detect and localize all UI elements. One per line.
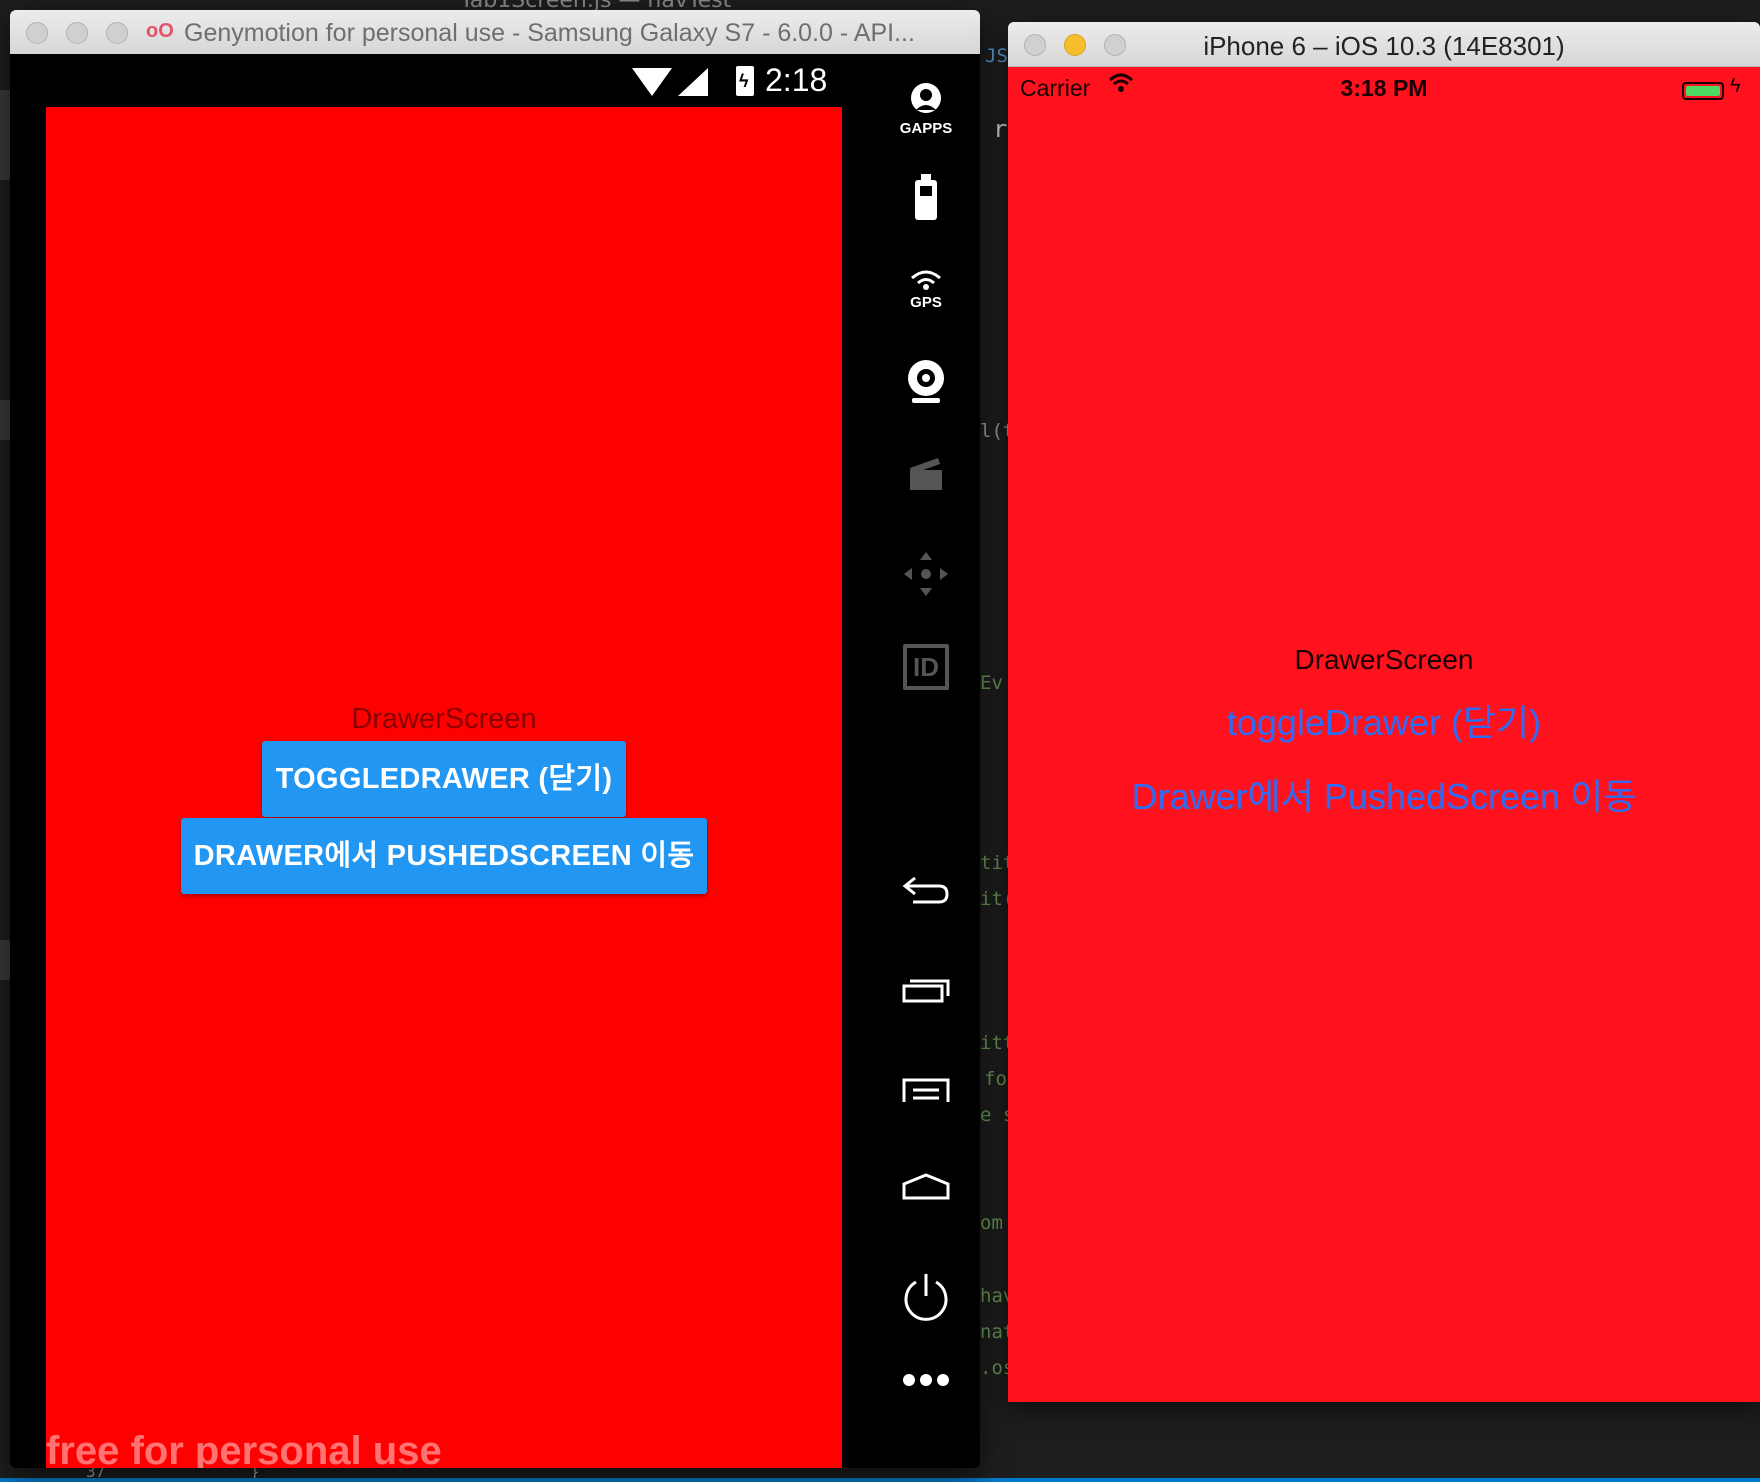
ios-status-bar: Carrier 3:18 PM ϟ	[1008, 66, 1760, 112]
status-time: 2:18	[765, 62, 828, 98]
editor-code-fragment: Ev	[980, 672, 1003, 694]
push-screen-button[interactable]: Drawer에서 PushedScreen 이동	[1008, 768, 1760, 820]
screen-label: DrawerScreen	[1294, 644, 1474, 675]
gapps-button[interactable]: GAPPS	[872, 82, 980, 137]
gps-caption: GPS	[910, 294, 942, 311]
editor-code-fragment: JS	[985, 45, 1008, 67]
status-time: 3:18 PM	[1340, 75, 1428, 101]
zoom-window-button[interactable]	[106, 22, 128, 44]
more-options-button[interactable]	[872, 1372, 980, 1393]
editor-status-bar	[0, 1478, 1760, 1482]
home-icon	[902, 1173, 950, 1200]
back-button[interactable]	[872, 874, 980, 911]
gps-icon	[911, 270, 941, 290]
editor-code-fragment: om	[980, 1212, 1003, 1234]
toggle-drawer-button[interactable]: TOGGLEDRAWER (닫기)	[262, 741, 626, 817]
editor-gutter-mark	[0, 90, 10, 180]
clapper-icon	[910, 458, 942, 490]
device-id-button[interactable]: ID	[872, 644, 980, 690]
toggle-drawer-button[interactable]: toggleDrawer (닫기)	[1008, 694, 1760, 746]
power-button[interactable]	[872, 1272, 980, 1327]
close-window-button[interactable]	[26, 22, 48, 44]
battery-charging-icon: ϟ	[736, 66, 754, 96]
dpad-button[interactable]	[872, 550, 980, 603]
webcam-icon	[908, 360, 944, 403]
window-title: iPhone 6 – iOS 10.3 (14E8301)	[1203, 31, 1565, 61]
battery-icon	[1682, 82, 1724, 100]
window-title: Genymotion for personal use - Samsung Ga…	[184, 19, 915, 47]
desktop: Tab1Screen.js — navTest JS r l(t Ev tit …	[0, 0, 1760, 1482]
editor-gutter-mark	[0, 940, 10, 980]
power-icon	[904, 1274, 948, 1321]
watermark: free for personal use	[46, 1429, 442, 1468]
genymotion-window: oO Genymotion for personal use - Samsung…	[10, 10, 980, 1468]
id-icon: ID	[903, 644, 949, 690]
editor-gutter-mark	[0, 400, 10, 440]
dpad-icon	[904, 552, 948, 596]
recent-apps-icon	[902, 979, 950, 1003]
wifi-icon	[632, 68, 672, 96]
editor-code-fragment: r	[993, 115, 1008, 143]
gapps-caption: GAPPS	[899, 120, 953, 137]
android-status-bar: ϟ 2:18	[10, 54, 872, 108]
minimize-window-button[interactable]	[66, 22, 88, 44]
back-icon	[902, 876, 949, 904]
genymotion-logo-icon: oO	[146, 20, 174, 42]
recent-apps-button[interactable]	[872, 976, 980, 1009]
ios-simulator-titlebar[interactable]: iPhone 6 – iOS 10.3 (14E8301)	[1008, 22, 1760, 67]
push-screen-button[interactable]: DRAWER에서 PUSHEDSCREEN 이동	[181, 818, 707, 894]
genymotion-titlebar[interactable]: oO Genymotion for personal use - Samsung…	[10, 10, 980, 55]
genymotion-toolbar: GAPPS GPS ID	[872, 54, 980, 1468]
battery-icon	[915, 174, 937, 220]
gapps-icon	[911, 83, 941, 113]
menu-icon	[902, 1078, 950, 1102]
battery-button[interactable]	[872, 174, 980, 225]
editor-code-fragment: fo	[984, 1068, 1007, 1090]
more-icon	[903, 1374, 949, 1386]
menu-button[interactable]	[872, 1076, 980, 1109]
charging-bolt-icon: ϟ	[1730, 75, 1741, 97]
media-button[interactable]	[872, 454, 980, 499]
screen-label: DrawerScreen	[351, 703, 537, 735]
home-button[interactable]	[872, 1172, 980, 1207]
cell-signal-icon	[678, 68, 708, 96]
webcam-button[interactable]	[872, 358, 980, 411]
gps-button[interactable]: GPS	[872, 268, 980, 311]
android-app-screen: DrawerScreen TOGGLEDRAWER (닫기) DRAWER에서 …	[46, 107, 842, 1468]
ios-simulator-window: iPhone 6 – iOS 10.3 (14E8301) Carrier 3:…	[1008, 22, 1760, 1402]
